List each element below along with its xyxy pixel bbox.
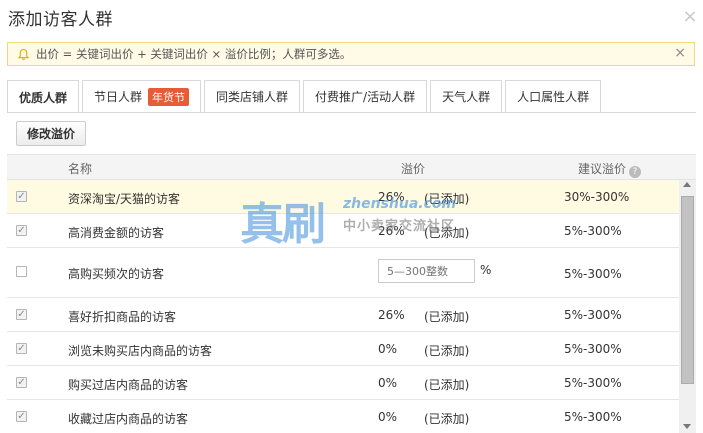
row-rate: 0% — [378, 342, 398, 356]
tab-label: 节日人群 — [94, 90, 143, 104]
table-scrollbar[interactable] — [679, 180, 696, 433]
table-row[interactable]: ✓ 购买过店内商品的访客 0% (已添加) 5%-300% — [7, 366, 679, 400]
row-checkbox[interactable]: ✓ — [16, 225, 27, 236]
row-checkbox[interactable] — [16, 266, 27, 277]
row-rate: 26% — [378, 308, 405, 322]
row-suggest: 30%-300% — [564, 190, 630, 204]
row-rate: 26% — [378, 190, 405, 204]
tab-demographic-crowd[interactable]: 人口属性人群 — [505, 80, 602, 112]
tab-divider — [7, 112, 696, 113]
column-header-suggest: 建议溢价? — [578, 160, 642, 178]
tab-bar: 优质人群 节日人群 年货节 同类店铺人群 付费推广/活动人群 天气人群 人口属性人… — [7, 80, 604, 113]
tab-label: 同类店铺人群 — [216, 90, 289, 104]
notice-text: 出价 = 关键词出价 + 关键词出价 × 溢价比例；人群可多选。 — [36, 47, 352, 61]
row-suggest: 5%-300% — [564, 376, 622, 390]
tab-badge: 年货节 — [148, 87, 190, 106]
row-rate: 0% — [378, 376, 398, 390]
crowd-table-body: ✓ 资深淘宝/天猫的访客 26% (已添加) 30%-300% ✓ 高消费金额的… — [7, 180, 679, 433]
row-status: (已添加) — [424, 378, 470, 392]
column-header-suggest-label: 建议溢价 — [578, 162, 627, 176]
tab-weather-crowd[interactable]: 天气人群 — [430, 80, 503, 112]
premium-input[interactable] — [378, 259, 475, 283]
tab-holiday-crowd[interactable]: 节日人群 年货节 — [82, 80, 202, 112]
row-name: 收藏过店内商品的访客 — [68, 412, 189, 426]
table-row[interactable]: ✓ 高消费金额的访客 26% (已添加) 5%-300% — [7, 214, 679, 248]
row-rate: 26% — [378, 224, 405, 238]
row-checkbox[interactable]: ✓ — [16, 343, 27, 354]
tab-label: 天气人群 — [442, 90, 491, 104]
row-name: 购买过店内商品的访客 — [68, 378, 189, 392]
dialog-close-button[interactable]: × — [681, 8, 699, 26]
column-header-premium: 溢价 — [401, 162, 426, 176]
row-name: 高消费金额的访客 — [68, 226, 165, 240]
table-row[interactable]: ✓ 浏览未购买店内商品的访客 0% (已添加) 5%-300% — [7, 332, 679, 366]
row-status: (已添加) — [424, 310, 470, 324]
row-suggest: 5%-300% — [564, 267, 622, 281]
dialog-title: 添加访客人群 — [8, 10, 113, 30]
row-checkbox[interactable]: ✓ — [16, 411, 27, 422]
row-name: 高购买频次的访客 — [68, 267, 165, 281]
help-icon[interactable]: ? — [629, 166, 642, 178]
tab-similar-shop-crowd[interactable]: 同类店铺人群 — [204, 80, 301, 112]
row-checkbox[interactable]: ✓ — [16, 191, 27, 202]
table-row[interactable]: ✓ 收藏过店内商品的访客 0% (已添加) 5%-300% — [7, 400, 679, 433]
tab-paid-promo-crowd[interactable]: 付费推广/活动人群 — [303, 80, 428, 112]
premium-unit: % — [480, 263, 492, 277]
row-status: (已添加) — [424, 226, 470, 240]
scroll-up-arrow-icon[interactable] — [683, 182, 691, 187]
row-status: (已添加) — [424, 344, 470, 358]
bell-icon — [16, 47, 30, 61]
modify-premium-button[interactable]: 修改溢价 — [16, 121, 87, 146]
row-checkbox[interactable]: ✓ — [16, 309, 27, 320]
table-row[interactable]: ✓ 喜好折扣商品的访客 26% (已添加) 5%-300% — [7, 298, 679, 332]
row-rate: 0% — [378, 410, 398, 424]
row-name: 资深淘宝/天猫的访客 — [68, 192, 181, 206]
row-suggest: 5%-300% — [564, 342, 622, 356]
row-suggest: 5%-300% — [564, 308, 622, 322]
row-checkbox[interactable]: ✓ — [16, 377, 27, 388]
row-status: (已添加) — [424, 412, 470, 426]
row-name: 喜好折扣商品的访客 — [68, 310, 177, 324]
row-status: (已添加) — [424, 192, 470, 206]
tab-label: 付费推广/活动人群 — [315, 90, 416, 104]
table-row[interactable]: ✓ 资深淘宝/天猫的访客 26% (已添加) 30%-300% — [7, 180, 679, 214]
notice-bar: 出价 = 关键词出价 + 关键词出价 × 溢价比例；人群可多选。 × — [7, 42, 695, 66]
tab-label: 人口属性人群 — [517, 90, 590, 104]
table-header: 名称 溢价 建议溢价? — [7, 154, 696, 180]
scroll-down-arrow-icon[interactable] — [683, 424, 691, 429]
row-suggest: 5%-300% — [564, 224, 622, 238]
tab-quality-crowd[interactable]: 优质人群 — [7, 80, 80, 113]
notice-close-button[interactable]: × — [674, 45, 686, 61]
column-header-name: 名称 — [68, 162, 93, 176]
row-name: 浏览未购买店内商品的访客 — [68, 344, 213, 358]
scrollbar-thumb[interactable] — [681, 196, 694, 384]
row-suggest: 5%-300% — [564, 410, 622, 424]
table-row[interactable]: 高购买频次的访客 % 5%-300% — [7, 248, 679, 298]
tab-label: 优质人群 — [19, 90, 68, 105]
